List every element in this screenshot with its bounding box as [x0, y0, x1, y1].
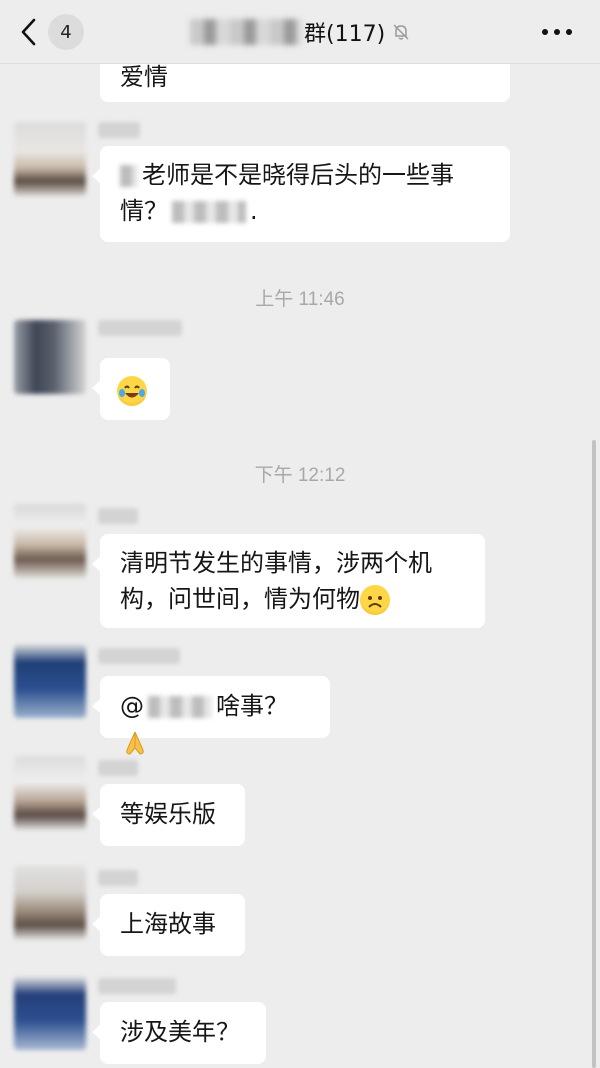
redacted-text	[172, 201, 246, 223]
message-text: 等娱乐版	[120, 800, 216, 828]
sender-name	[98, 320, 182, 336]
message-text: 老师是不是晓得后头的一些事情？	[120, 161, 454, 225]
laughing-tears-emoji	[117, 376, 147, 406]
avatar[interactable]	[14, 504, 86, 578]
message-list[interactable]: 爱情 老师是不是晓得后头的一些事情？. 上午 11:46 下午 12:12 清明…	[0, 0, 600, 1068]
message-text: 上海故事	[120, 910, 216, 938]
avatar[interactable]	[14, 644, 86, 718]
redacted-group-name	[190, 19, 302, 45]
redacted-text	[120, 165, 138, 187]
message-bubble[interactable]: 涉及美年？	[92, 1002, 266, 1064]
timestamp: 下午 12:12	[254, 465, 346, 486]
message-bubble[interactable]: 老师是不是晓得后头的一些事情？.	[92, 146, 510, 242]
sender-name	[98, 648, 180, 664]
message-bubble[interactable]: 清明节发生的事情，涉两个机构，问世间，情为何物	[92, 534, 485, 628]
avatar[interactable]	[14, 976, 86, 1050]
chat-title-text: 群(117)	[304, 22, 386, 47]
chevron-left-icon	[21, 18, 36, 46]
message-bubble[interactable]: 等娱乐版	[92, 784, 245, 846]
sender-name	[98, 760, 138, 776]
bell-slash-icon	[393, 24, 409, 40]
timestamp: 上午 11:46	[255, 289, 345, 310]
sender-name	[98, 870, 138, 886]
chat-title[interactable]: 群(117)	[190, 14, 440, 50]
message-text: 啥事？	[216, 692, 288, 720]
folded-hands-emoji	[120, 728, 150, 758]
message-bubble[interactable]: 上海故事	[92, 894, 245, 956]
sender-name	[98, 508, 138, 524]
more-dots-icon[interactable]	[540, 18, 574, 46]
avatar[interactable]	[14, 866, 86, 940]
message-text: 涉及美年？	[120, 1018, 240, 1046]
scrollbar[interactable]	[592, 440, 596, 1068]
redacted-text	[148, 696, 212, 718]
unread-count-badge: 4	[48, 14, 84, 50]
avatar[interactable]	[14, 320, 86, 394]
message-text: @	[120, 692, 144, 720]
worried-face-emoji	[360, 585, 390, 615]
avatar[interactable]	[14, 756, 86, 830]
message-text-suffix: .	[250, 197, 258, 225]
message-text: 爱情	[120, 63, 168, 91]
back-button[interactable]: 4	[18, 14, 88, 50]
avatar[interactable]	[14, 122, 86, 196]
message-bubble[interactable]: @ 啥事？	[92, 676, 330, 755]
sender-name	[98, 122, 140, 138]
message-bubble[interactable]	[92, 358, 170, 420]
sender-name	[98, 978, 176, 994]
chat-header: 4 群(117)	[0, 0, 600, 64]
